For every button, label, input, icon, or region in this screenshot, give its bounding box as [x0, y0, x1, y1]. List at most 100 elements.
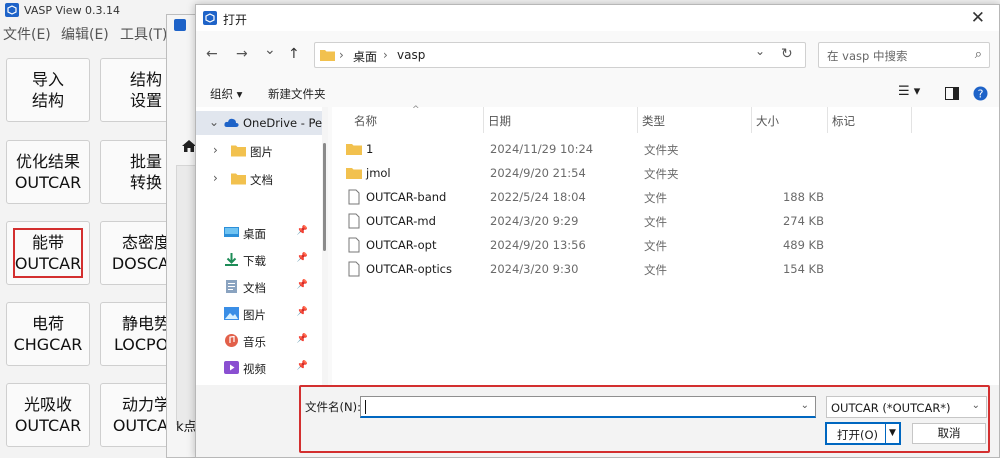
- nav-item-documents[interactable]: › 文档: [196, 167, 322, 191]
- chevron-right-icon[interactable]: ›: [213, 143, 218, 157]
- file-row[interactable]: OUTCAR-optics 2024/3/20 9:30 文件 154 KB: [332, 257, 999, 281]
- chevron-down-icon[interactable]: ⌄: [209, 115, 219, 129]
- button-line2: OUTCAR: [14, 173, 82, 192]
- band-outcar-button[interactable]: 能带 OUTCAR: [6, 221, 90, 285]
- menu-tools[interactable]: 工具(T): [120, 24, 167, 44]
- filename-label: 文件名(N):: [305, 400, 361, 414]
- app-icon: [174, 19, 186, 31]
- nav-item-label: 文档: [250, 173, 273, 187]
- pin-icon: 📌: [296, 226, 308, 236]
- split-dropdown-icon[interactable]: ▼: [885, 424, 899, 443]
- column-header-type[interactable]: 类型: [638, 107, 752, 133]
- address-dropdown-icon[interactable]: ⌄: [755, 44, 765, 58]
- file-row[interactable]: jmol 2024/9/20 21:54 文件夹: [332, 161, 999, 185]
- chevron-down-icon[interactable]: ⌄: [801, 400, 809, 411]
- new-folder-button[interactable]: 新建文件夹: [268, 86, 326, 102]
- nav-item-label: 音乐: [243, 335, 266, 349]
- back-arrow-icon[interactable]: ←: [206, 46, 218, 62]
- nav-item-videos[interactable]: 视频 📌: [196, 356, 322, 380]
- file-date: 2024/9/20 13:56: [490, 238, 586, 252]
- nav-item-pictures[interactable]: › 图片: [196, 139, 322, 163]
- column-label: 名称: [354, 114, 377, 128]
- search-box[interactable]: 在 vasp 中搜索 ⌕: [818, 42, 990, 68]
- menu-file[interactable]: 文件(E): [3, 24, 51, 44]
- file-list: 名称 ^ 日期 类型 大小 标记 1 2024/11/29 10:24 文件夹 …: [332, 105, 999, 385]
- nav-item-pictures-quick[interactable]: 图片 📌: [196, 302, 322, 326]
- file-size: 274 KB: [782, 214, 824, 228]
- file-name: 1: [366, 142, 374, 156]
- desktop-icon: [224, 227, 239, 237]
- file-type: 文件夹: [644, 167, 679, 181]
- charge-chgcar-button[interactable]: 电荷 CHGCAR: [6, 302, 90, 366]
- file-type: 文件夹: [644, 143, 679, 157]
- view-options-button[interactable]: ☰ ▾: [898, 84, 920, 99]
- kpoint-label: k点: [176, 420, 197, 435]
- text-caret: [365, 400, 366, 414]
- file-row[interactable]: OUTCAR-opt 2024/9/20 13:56 文件 489 KB: [332, 233, 999, 257]
- refresh-icon[interactable]: ↻: [781, 46, 793, 62]
- open-button-label: 打开(O): [837, 428, 879, 442]
- button-line2: 结构: [31, 91, 64, 110]
- nav-item-documents-quick[interactable]: 文档 📌: [196, 275, 322, 299]
- button-line1: 态密度: [121, 233, 170, 252]
- address-bar[interactable]: › 桌面 › vasp ⌄ ↻: [314, 42, 806, 68]
- breadcrumb-desktop[interactable]: 桌面: [353, 48, 377, 65]
- file-date: 2024/3/20 9:30: [490, 262, 579, 276]
- file-type: 文件: [644, 263, 667, 277]
- chevron-down-icon[interactable]: ⌄: [972, 400, 980, 411]
- cloud-icon: [224, 118, 239, 127]
- column-header-tags[interactable]: 标记: [828, 107, 912, 133]
- file-row[interactable]: OUTCAR-band 2022/5/24 18:04 文件 188 KB: [332, 185, 999, 209]
- cancel-button[interactable]: 取消: [912, 423, 986, 444]
- filetype-select[interactable]: OUTCAR (*OUTCAR*) ⌄: [826, 396, 987, 418]
- navigation-bar: ← → ⌄ ↑ › 桌面 › vasp ⌄ ↻ 在 vasp 中搜索 ⌕: [196, 38, 999, 72]
- button-line2: OUTCAR: [14, 416, 82, 435]
- file-type: 文件: [644, 215, 667, 229]
- organize-button[interactable]: 组织 ▾: [210, 86, 242, 102]
- button-line1: 批量: [129, 152, 162, 171]
- app-icon: [5, 3, 19, 17]
- file-row[interactable]: 1 2024/11/29 10:24 文件夹: [332, 137, 999, 161]
- menu-edit[interactable]: 编辑(E): [61, 24, 109, 44]
- open-button[interactable]: 打开(O) ▼: [825, 422, 901, 445]
- button-line2: CHGCAR: [13, 335, 83, 354]
- file-row[interactable]: OUTCAR-md 2024/3/20 9:29 文件 274 KB: [332, 209, 999, 233]
- svg-text:?: ?: [978, 88, 984, 101]
- preview-pane-icon[interactable]: [945, 87, 959, 100]
- open-file-dialog: 打开 ✕ ← → ⌄ ↑ › 桌面 › vasp ⌄ ↻ 在 vasp 中搜索 …: [195, 4, 1000, 458]
- folder-icon: [231, 173, 246, 185]
- nav-item-downloads[interactable]: 下载 📌: [196, 248, 322, 272]
- button-line1: 优化结果: [15, 152, 80, 171]
- breadcrumb-separator: ›: [383, 48, 388, 62]
- download-icon: [225, 253, 238, 266]
- absorption-outcar-button[interactable]: 光吸收 OUTCAR: [6, 383, 90, 447]
- close-icon[interactable]: ✕: [971, 8, 985, 28]
- scrollbar-thumb[interactable]: [323, 143, 326, 251]
- up-arrow-icon[interactable]: ↑: [288, 46, 300, 62]
- nav-pane-scrollbar[interactable]: [322, 107, 328, 385]
- column-label: 大小: [756, 114, 779, 128]
- sort-ascending-icon: ^: [412, 105, 420, 115]
- nav-item-label: 桌面: [243, 227, 266, 241]
- music-icon: [225, 334, 238, 347]
- nav-item-onedrive[interactable]: ⌄ OneDrive - Per: [196, 111, 322, 135]
- breadcrumb-vasp[interactable]: vasp: [397, 48, 425, 62]
- search-placeholder: 在 vasp 中搜索: [827, 49, 908, 63]
- filename-input[interactable]: ⌄: [360, 396, 816, 418]
- column-header-name[interactable]: 名称 ^: [350, 105, 484, 133]
- button-line1: 静电势: [121, 314, 170, 333]
- help-icon[interactable]: ?: [973, 86, 988, 101]
- nav-item-desktop[interactable]: 桌面 📌: [196, 221, 322, 245]
- recent-locations-chevron-icon[interactable]: ⌄: [264, 42, 276, 58]
- chevron-right-icon[interactable]: ›: [213, 171, 218, 185]
- picture-icon: [224, 307, 239, 320]
- column-header-size[interactable]: 大小: [752, 107, 828, 133]
- forward-arrow-icon[interactable]: →: [236, 46, 248, 62]
- column-header-date[interactable]: 日期: [484, 107, 638, 133]
- file-size: 188 KB: [782, 190, 824, 204]
- folder-icon: [346, 168, 362, 179]
- button-line1: 电荷: [31, 314, 64, 333]
- import-structure-button[interactable]: 导入 结构: [6, 58, 90, 122]
- nav-item-music[interactable]: 音乐 📌: [196, 329, 322, 353]
- optimize-result-button[interactable]: 优化结果 OUTCAR: [6, 140, 90, 204]
